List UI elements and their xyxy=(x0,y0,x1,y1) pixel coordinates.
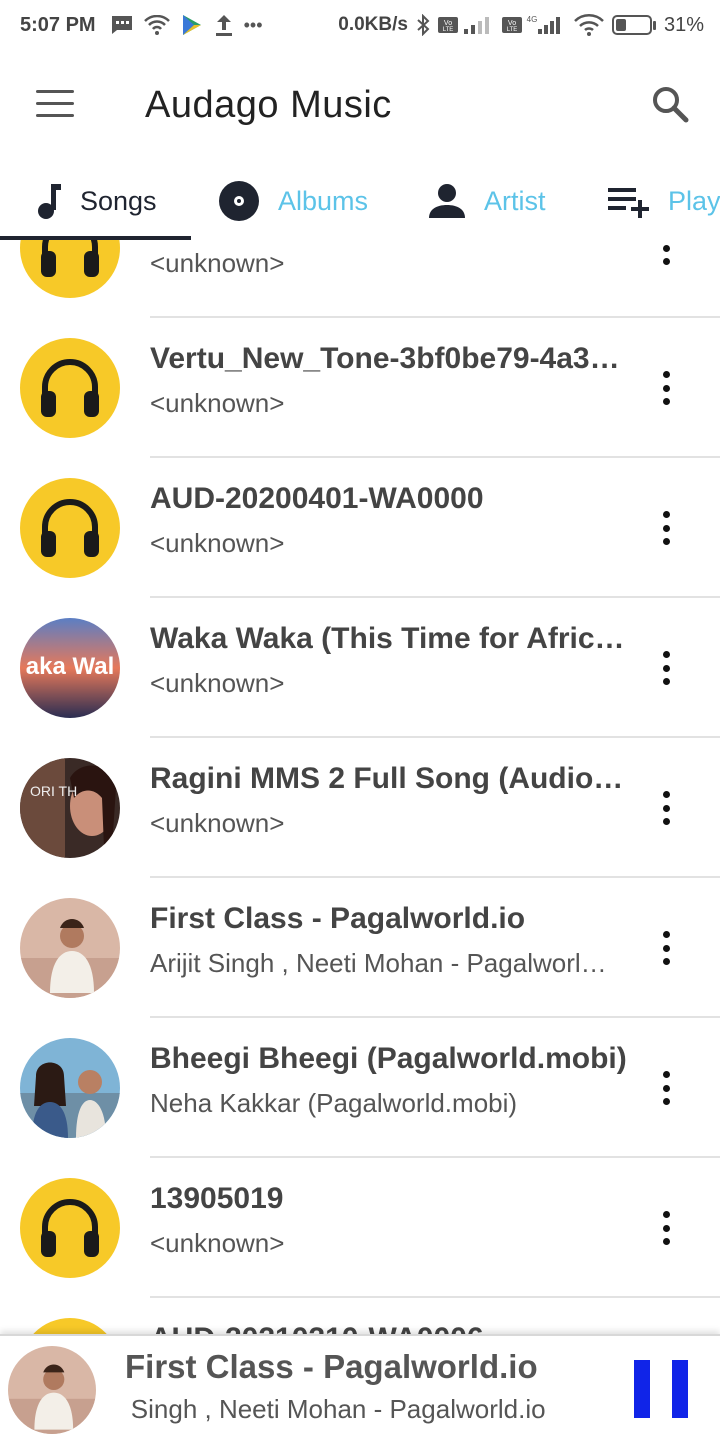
more-options-button[interactable] xyxy=(656,508,676,548)
battery-fill xyxy=(615,19,626,31)
battery-icon xyxy=(611,15,656,35)
pause-button[interactable] xyxy=(634,1360,690,1418)
status-time: 5:07 PM xyxy=(20,13,96,36)
tab-artist-label: Artist xyxy=(484,185,546,216)
more-options-button[interactable] xyxy=(656,648,676,688)
art-text: aka Wal xyxy=(26,653,115,680)
headphones-icon xyxy=(41,499,99,557)
headphones-icon xyxy=(41,359,99,417)
person-icon xyxy=(429,184,465,218)
more-notifications-icon: ••• xyxy=(243,14,263,35)
network-speed: 0.0KB/s xyxy=(338,14,408,35)
notification-icons: ••• xyxy=(110,13,263,37)
music-note-icon xyxy=(38,184,61,219)
tab-albums-label: Albums xyxy=(278,185,369,216)
song-art-headphones xyxy=(20,1318,120,1334)
bluetooth-icon xyxy=(417,14,430,36)
playlist-add-icon xyxy=(608,188,649,218)
song-title: AUD-20210210-WA0006 xyxy=(150,1322,632,1334)
svg-text:LTE: LTE xyxy=(507,27,518,33)
more-options-button[interactable] xyxy=(656,788,676,828)
song-row[interactable]: AUD-20210210-WA0006 xyxy=(0,1298,720,1334)
search-icon xyxy=(653,87,689,123)
tab-bar: Songs Albums Artist Play xyxy=(0,162,720,240)
song-row[interactable]: Bheegi Bheegi (Pagalworld.mobi) Neha Kak… xyxy=(0,1018,720,1158)
wifi-signal-icon xyxy=(574,14,604,36)
tab-playlists-label: Play xyxy=(668,185,720,216)
song-row[interactable]: ORI TH Ragini MMS 2 Full Song (Audio)… <… xyxy=(0,738,720,878)
tab-songs-label: Songs xyxy=(80,185,157,216)
art-text: ORI TH xyxy=(30,783,77,799)
tab-artist[interactable]: Artist xyxy=(428,162,546,240)
search-button[interactable] xyxy=(650,84,690,124)
now-playing-title: First Class - Pagalworld.io xyxy=(125,1348,538,1385)
song-subtitle: <unknown> xyxy=(150,248,285,278)
app-bar: Audago Music xyxy=(0,50,720,162)
song-art-ragini: ORI TH xyxy=(20,758,120,858)
wifi-icon xyxy=(143,15,170,35)
song-art-waka-waka: aka Wal xyxy=(20,618,120,718)
more-options-button[interactable] xyxy=(656,928,676,968)
album-disc-icon xyxy=(219,181,259,221)
headphones-icon xyxy=(41,1199,99,1257)
song-art-headphones xyxy=(20,478,120,578)
upload-icon xyxy=(215,15,232,36)
more-options-button[interactable] xyxy=(656,1208,676,1248)
song-subtitle: Arijit Singh , Neeti Mohan - Pagalworl… xyxy=(150,948,607,978)
svg-text:Vo: Vo xyxy=(444,20,452,27)
now-playing-artist: Arijit Singh , Neeti Mohan - Pagalworld.… xyxy=(125,1394,546,1424)
tab-songs[interactable]: Songs xyxy=(34,162,157,240)
app-title: Audago Music xyxy=(145,84,392,126)
song-art-bheegi-bheegi xyxy=(20,1038,120,1138)
song-art-headphones xyxy=(20,338,120,438)
song-title: First Class - Pagalworld.io xyxy=(150,902,526,935)
song-title: AUD-20200401-WA0000 xyxy=(150,482,484,515)
volte-4g-signal-icon: VoLTE 4G xyxy=(501,15,560,34)
status-right: 0.0KB/s Vo LTE Vo LTE 4G 31% xyxy=(338,14,704,37)
song-title: Vertu_New_Tone-3bf0be79-4a3… xyxy=(150,342,620,375)
song-subtitle: Neha Kakkar (Pagalworld.mobi) xyxy=(150,1088,518,1118)
song-title: Ragini MMS 2 Full Song (Audio)… xyxy=(150,762,632,795)
song-art-first-class xyxy=(20,898,120,998)
now-playing-art xyxy=(8,1346,96,1434)
battery-percent: 31% xyxy=(663,13,704,36)
song-row[interactable]: aka Wal Waka Waka (This Time for Afric… … xyxy=(0,598,720,738)
song-subtitle: <unknown> xyxy=(150,388,285,418)
svg-text:LTE: LTE xyxy=(443,27,454,33)
svg-text:4G: 4G xyxy=(527,15,538,24)
headphones-icon xyxy=(41,240,99,277)
tab-albums[interactable]: Albums xyxy=(218,162,368,240)
mini-player[interactable]: First Class - Pagalworld.io Arijit Singh… xyxy=(0,1334,720,1440)
play-store-icon xyxy=(182,15,201,35)
message-icon xyxy=(111,16,132,34)
tab-playlists[interactable]: Play xyxy=(606,162,720,240)
song-list[interactable]: <unknown> Vertu_New_Tone-3bf0be79-4a3… <… xyxy=(0,240,720,1334)
song-subtitle: <unknown> xyxy=(150,668,285,698)
more-options-button[interactable] xyxy=(656,368,676,408)
song-subtitle: <unknown> xyxy=(150,528,285,558)
song-title: Bheegi Bheegi (Pagalworld.mobi) xyxy=(150,1042,627,1075)
song-title: 13905019 xyxy=(150,1182,284,1215)
hamburger-icon xyxy=(36,90,74,93)
song-row[interactable]: 13905019 <unknown> xyxy=(0,1158,720,1298)
volte-signal-icon: VoLTE xyxy=(437,17,489,34)
svg-text:Vo: Vo xyxy=(508,20,516,27)
song-subtitle: <unknown> xyxy=(150,1228,285,1258)
song-row[interactable]: First Class - Pagalworld.io Arijit Singh… xyxy=(0,878,720,1018)
song-art-headphones xyxy=(20,240,120,298)
song-subtitle: <unknown> xyxy=(150,808,285,838)
song-title: Waka Waka (This Time for Afric… xyxy=(150,622,625,655)
song-row[interactable]: AUD-20200401-WA0000 <unknown> xyxy=(0,458,720,598)
more-options-button[interactable] xyxy=(656,240,676,268)
menu-button[interactable] xyxy=(36,90,76,118)
song-art-headphones xyxy=(20,1178,120,1278)
more-options-button[interactable] xyxy=(656,1068,676,1108)
status-bar: 5:07 PM ••• 0.0KB/s Vo LTE Vo LTE 4G 31% xyxy=(0,0,720,50)
song-row[interactable]: <unknown> xyxy=(0,240,720,318)
song-row[interactable]: Vertu_New_Tone-3bf0be79-4a3… <unknown> xyxy=(0,318,720,458)
